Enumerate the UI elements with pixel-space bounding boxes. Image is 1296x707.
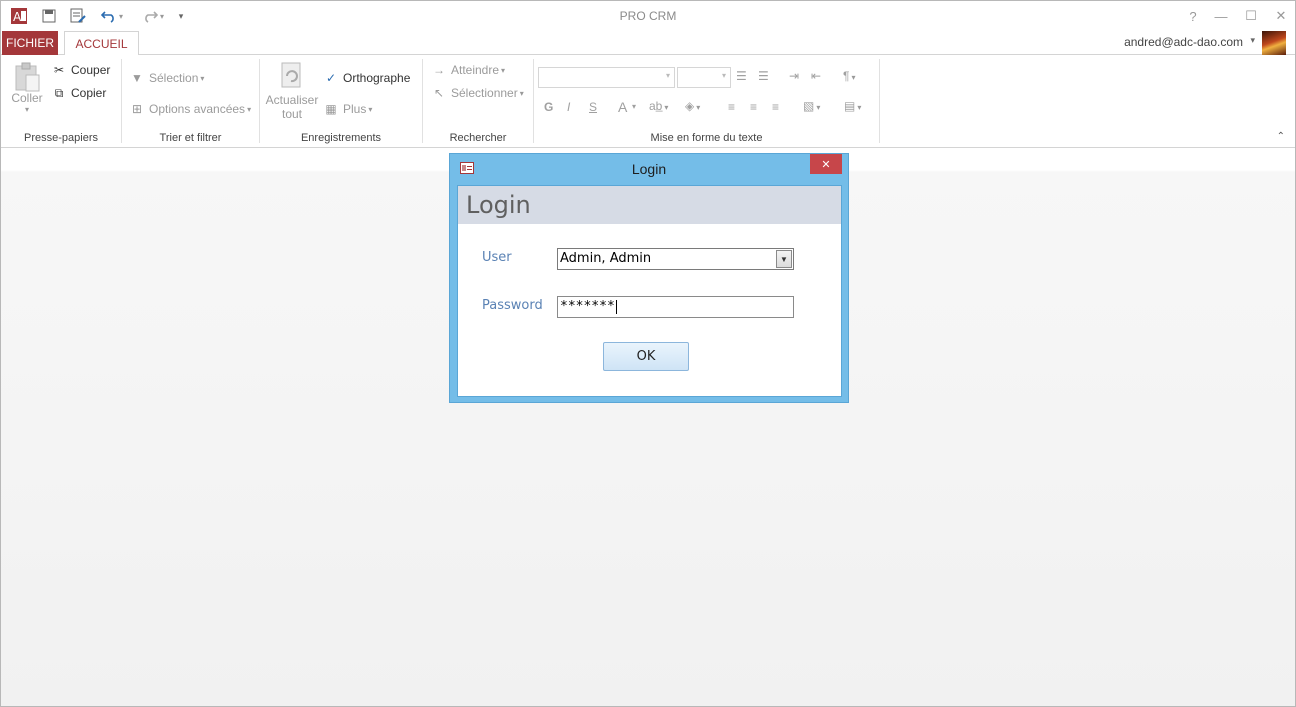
dialog-body: Login User Admin, Admin ▼ Password *****… <box>457 185 842 397</box>
group-divider <box>422 59 423 143</box>
avatar[interactable] <box>1262 31 1286 55</box>
text-cursor <box>615 299 617 314</box>
user-label: User <box>482 250 512 265</box>
font-name-select[interactable]: ▾ <box>538 67 675 88</box>
paste-icon <box>15 62 40 92</box>
copy-icon: ⧉ <box>54 86 64 100</box>
italic-button[interactable]: I <box>567 100 570 114</box>
align-left-icon[interactable]: ≡ <box>728 100 735 114</box>
cursor-icon: ↖ <box>433 86 445 100</box>
user-select-value: Admin, Admin <box>560 251 652 266</box>
form-header-title: Login <box>466 191 531 219</box>
chevron-down-icon[interactable]: ▼ <box>776 250 792 268</box>
paste-label: Coller <box>11 91 43 105</box>
ribbon-tabs: FICHIER ACCUEIL andred@adc-dao.com ▾ <box>1 31 1295 56</box>
align-center-icon[interactable]: ≡ <box>750 100 757 114</box>
cut-button[interactable]: ✂ Couper <box>51 62 110 78</box>
select-label: Sélectionner <box>451 86 518 100</box>
more-button[interactable]: ▦ Plus ▾ <box>323 101 372 117</box>
advanced-filter-button[interactable]: ⊞ Options avancées ▾ <box>129 101 251 117</box>
group-divider <box>121 59 122 143</box>
ribbon: Coller ▾ ✂ Couper ⧉ Copier Presse-papiers … <box>1 55 1295 148</box>
chevron-down-icon: ▾ <box>665 71 670 80</box>
indent-decrease-icon[interactable]: ⇤ <box>811 69 821 83</box>
account-email[interactable]: andred@adc-dao.com <box>1124 35 1243 49</box>
chevron-up-icon[interactable]: ⌃ <box>1277 131 1285 142</box>
highlight-icon[interactable]: ab̲ ▾ <box>649 99 668 113</box>
form-header: Login <box>458 186 841 224</box>
paragraph-icon[interactable]: ¶ ▾ <box>843 69 855 83</box>
goto-label: Atteindre <box>451 63 500 77</box>
tab-home[interactable]: ACCUEIL <box>64 31 139 56</box>
chevron-down-icon: ▾ <box>721 71 726 80</box>
more-label: Plus <box>343 102 367 116</box>
login-dialog: Login ✕ Login User Admin, Admin ▼ Passwo… <box>449 153 849 403</box>
group-label-find: Rechercher <box>449 132 507 144</box>
spelling-button[interactable]: ✓ Orthographe <box>323 70 410 86</box>
dialog-title-bar[interactable]: Login ✕ <box>450 154 848 184</box>
scissors-icon: ✂ <box>53 63 65 77</box>
group-label-clipboard: Presse-papiers <box>24 132 98 144</box>
group-label-text: Mise en forme du texte <box>650 132 763 144</box>
refresh-icon <box>281 62 301 88</box>
group-label-records: Enregistrements <box>300 132 382 144</box>
minimize-icon[interactable]: — <box>1207 6 1235 26</box>
advanced-filter-icon: ⊞ <box>131 102 143 116</box>
ok-button[interactable]: OK <box>603 342 689 371</box>
paste-button[interactable]: Coller ▾ <box>9 61 45 114</box>
filter-icon: ▼ <box>131 71 143 85</box>
tab-file[interactable]: FICHIER <box>2 31 58 55</box>
dialog-title: Login <box>631 161 667 177</box>
help-icon[interactable]: ? <box>1179 6 1207 26</box>
chevron-down-icon[interactable]: ▾ <box>1250 35 1255 46</box>
indent-increase-icon[interactable]: ⇥ <box>789 69 799 83</box>
font-size-select[interactable]: ▾ <box>677 67 731 88</box>
maximize-icon[interactable]: ☐ <box>1237 6 1265 26</box>
bullets-icon[interactable]: ☰ <box>736 69 747 83</box>
bold-button[interactable]: G <box>544 100 553 114</box>
selection-label: Sélection <box>149 71 199 85</box>
spellcheck-icon: ✓ <box>325 71 337 85</box>
numbering-icon[interactable]: ☰ <box>758 69 769 83</box>
group-divider <box>533 59 534 143</box>
app-window: A ▾ ▾ ▾ PRO CRM ? — ☐ ✕ FICHIER ACCUEIL … <box>0 0 1296 707</box>
select-button[interactable]: ↖ Sélectionner ▾ <box>431 85 524 101</box>
refresh-label-2: tout <box>281 107 302 121</box>
cut-label: Couper <box>71 63 111 77</box>
table-icon: ▦ <box>325 102 337 116</box>
row-color-icon[interactable]: ▤ ▾ <box>844 99 861 113</box>
close-icon[interactable]: ✕ <box>810 154 842 174</box>
font-color-button[interactable]: A <box>618 99 627 115</box>
app-title: PRO CRM <box>619 9 677 23</box>
copy-label: Copier <box>71 86 107 100</box>
selection-filter-button[interactable]: ▼ Sélection ▾ <box>129 70 204 86</box>
underline-button[interactable]: S <box>589 100 597 114</box>
password-value: ******* <box>560 299 615 314</box>
goto-button[interactable]: → Atteindre ▾ <box>431 62 505 78</box>
align-right-icon[interactable]: ≡ <box>772 100 779 114</box>
group-divider <box>879 59 880 143</box>
user-select[interactable]: Admin, Admin ▼ <box>557 248 794 270</box>
password-field[interactable]: ******* <box>557 296 794 318</box>
copy-button[interactable]: ⧉ Copier <box>51 85 107 101</box>
spelling-label: Orthographe <box>343 71 411 85</box>
advanced-label: Options avancées <box>149 102 246 116</box>
close-icon[interactable]: ✕ <box>1267 6 1295 26</box>
refresh-label-1: Actualiser <box>265 93 319 107</box>
fill-color-icon[interactable]: ◈ ▾ <box>685 99 700 113</box>
title-bar: A ▾ ▾ ▾ PRO CRM ? — ☐ ✕ <box>1 1 1295 31</box>
group-label-sort: Trier et filtrer <box>159 132 222 144</box>
arrow-right-icon: → <box>433 63 445 77</box>
chevron-down-icon[interactable]: ▾ <box>632 102 636 111</box>
gridlines-icon[interactable]: ▧ ▾ <box>803 99 820 113</box>
password-label: Password <box>482 298 543 313</box>
group-divider <box>259 59 260 143</box>
refresh-all-button[interactable]: Actualiser tout <box>265 61 319 121</box>
